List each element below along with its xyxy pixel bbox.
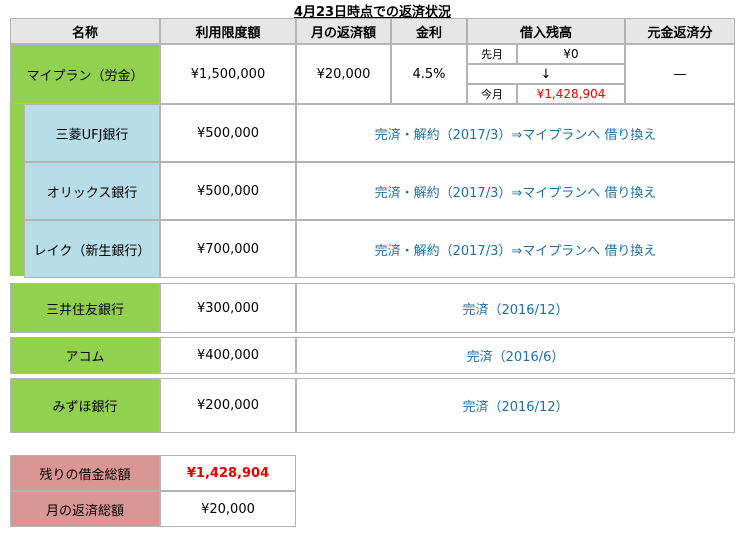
sub-row-name: オリックス銀行 — [24, 162, 160, 220]
other-row-limit: ¥400,000 — [160, 337, 296, 374]
main-row-limit: ¥1,500,000 — [160, 44, 296, 104]
balance-prev-value: ¥0 — [517, 44, 625, 64]
main-row-monthly: ¥20,000 — [296, 44, 391, 104]
other-row-status: 完済（2016/6） — [296, 337, 735, 374]
other-row-status: 完済（2016/12） — [296, 378, 735, 433]
sub-row-name: レイク（新生銀行） — [24, 220, 160, 278]
sub-row-status: 完済・解約（2017/3）⇒マイプランへ 借り換え — [296, 104, 735, 162]
header-rate: 金利 — [391, 18, 467, 44]
other-row-name: 三井住友銀行 — [10, 283, 160, 333]
summary-total-label: 残りの借金総額 — [10, 455, 160, 491]
sub-row-status: 完済・解約（2017/3）⇒マイプランへ 借り換え — [296, 162, 735, 220]
main-row-name: マイプラン（労金） — [10, 44, 160, 104]
sub-row-status: 完済・解約（2017/3）⇒マイプランへ 借り換え — [296, 220, 735, 278]
header-name: 名称 — [10, 18, 160, 44]
header-principal: 元金返済分 — [625, 18, 735, 44]
balance-prev-label: 先月 — [467, 44, 517, 64]
balance-now-label: 今月 — [467, 84, 517, 104]
header-limit: 利用限度額 — [160, 18, 296, 44]
header-monthly: 月の返済額 — [296, 18, 391, 44]
main-row-principal: — — [625, 44, 735, 104]
group-indicator-bar — [10, 104, 24, 276]
sub-row-limit: ¥500,000 — [160, 162, 296, 220]
sub-row-limit: ¥500,000 — [160, 104, 296, 162]
balance-arrow: ↓ — [467, 64, 625, 84]
other-row-limit: ¥200,000 — [160, 378, 296, 433]
sub-row-limit: ¥700,000 — [160, 220, 296, 278]
summary-monthly-value: ¥20,000 — [160, 491, 296, 527]
main-row-rate: 4.5% — [391, 44, 467, 104]
other-row-name: アコム — [10, 337, 160, 374]
other-row-name: みずほ銀行 — [10, 378, 160, 433]
other-row-status: 完済（2016/12） — [296, 283, 735, 333]
summary-monthly-label: 月の返済総額 — [10, 491, 160, 527]
balance-now-value: ¥1,428,904 — [517, 84, 625, 104]
header-balance: 借入残高 — [467, 18, 625, 44]
other-row-limit: ¥300,000 — [160, 283, 296, 333]
summary-total-value: ¥1,428,904 — [160, 455, 296, 491]
sub-row-name: 三菱UFJ銀行 — [24, 104, 160, 162]
